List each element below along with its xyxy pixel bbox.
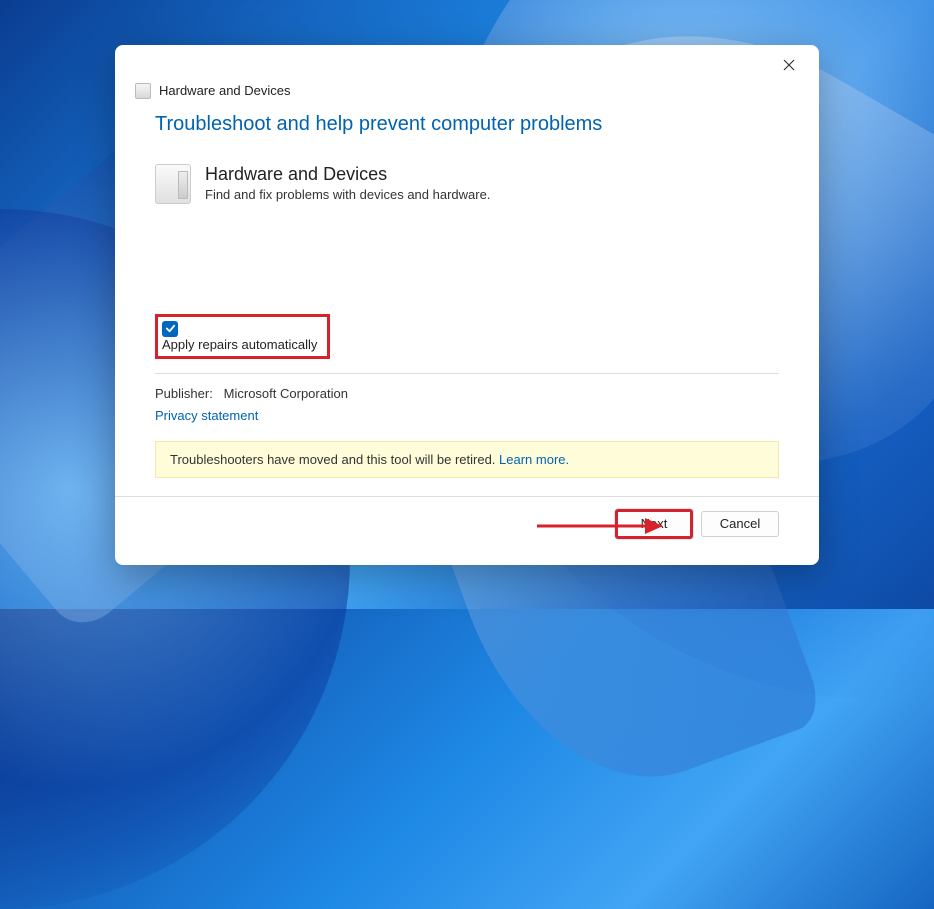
header-label: Hardware and Devices xyxy=(159,83,291,98)
checkbox-checked-icon xyxy=(162,321,178,337)
close-button[interactable] xyxy=(769,51,809,83)
close-icon xyxy=(783,58,795,76)
device-description: Find and fix problems with devices and h… xyxy=(205,187,490,202)
troubleshooter-small-icon xyxy=(135,83,151,99)
publisher-value: Microsoft Corporation xyxy=(224,386,348,401)
publisher-label: Publisher: xyxy=(155,386,213,401)
page-title: Troubleshoot and help prevent computer p… xyxy=(155,113,779,136)
learn-more-link[interactable]: Learn more. xyxy=(499,452,569,467)
device-icon xyxy=(155,164,191,204)
header-row: Hardware and Devices xyxy=(115,83,819,113)
apply-repairs-checkbox-row[interactable]: Apply repairs automatically xyxy=(155,314,330,359)
publisher-row: Publisher: Microsoft Corporation xyxy=(155,386,779,401)
device-title: Hardware and Devices xyxy=(205,164,490,185)
device-info-row: Hardware and Devices Find and fix proble… xyxy=(155,164,779,204)
privacy-statement-link[interactable]: Privacy statement xyxy=(155,408,258,423)
next-button[interactable]: Next xyxy=(615,509,693,539)
retirement-notice: Troubleshooters have moved and this tool… xyxy=(155,441,779,478)
cancel-button[interactable]: Cancel xyxy=(701,511,779,537)
button-row: Next Cancel xyxy=(155,509,779,553)
titlebar xyxy=(115,45,819,83)
notice-text: Troubleshooters have moved and this tool… xyxy=(170,452,499,467)
troubleshooter-wizard-window: Hardware and Devices Troubleshoot and he… xyxy=(115,45,819,565)
divider xyxy=(155,373,779,374)
apply-repairs-label: Apply repairs automatically xyxy=(162,337,317,352)
button-divider xyxy=(115,496,819,497)
